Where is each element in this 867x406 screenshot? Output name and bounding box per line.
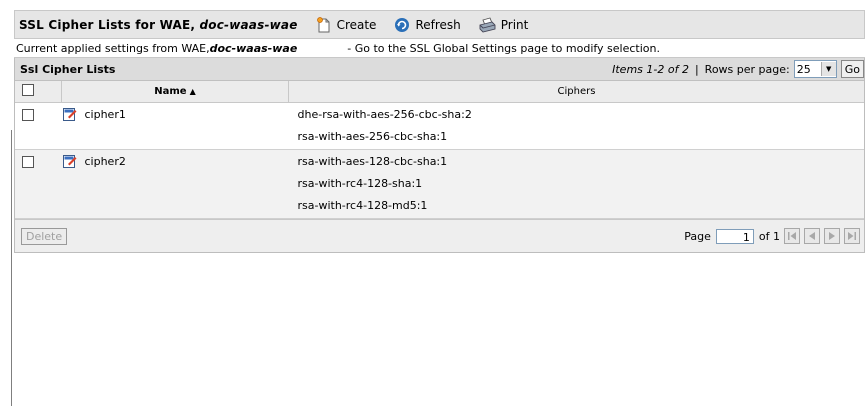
delete-button[interactable]: Delete (21, 227, 68, 245)
toolbar: SSL Cipher Lists for WAE, doc-waas-wae C… (14, 10, 865, 39)
page-total: of 1 (758, 229, 780, 243)
create-label: Create (336, 17, 377, 32)
column-name-label: Name (154, 86, 187, 97)
refresh-icon (395, 17, 410, 32)
last-page-icon[interactable] (844, 228, 860, 244)
create-icon (316, 16, 330, 32)
previous-page-icon[interactable] (804, 228, 820, 244)
cipher-entry: rsa-with-aes-128-cbc-sha:1 (297, 155, 448, 168)
table-footer: Delete Page 1 of 1 (15, 219, 864, 252)
rows-per-page-label: Rows per page: (704, 62, 790, 76)
panel-title: Ssl Cipher Lists (20, 62, 116, 76)
page-number-input[interactable]: 1 (715, 228, 754, 244)
cipher-lists-panel: Ssl Cipher Lists Items 1-2 of 2 | Rows p… (14, 58, 865, 253)
items-count: Items 1-2 of 2 (612, 62, 689, 76)
name-cell: cipher1 (61, 102, 289, 150)
ciphers-cell: rsa-with-aes-128-cbc-sha:1 rsa-with-rc4-… (288, 149, 864, 219)
column-header-ciphers: Ciphers (288, 81, 864, 103)
page-title-device: doc-waas-wae (199, 17, 298, 32)
select-all-checkbox[interactable] (22, 84, 34, 96)
row-checkbox[interactable] (22, 156, 34, 168)
column-header-name[interactable]: Name ▲ (61, 81, 289, 103)
sort-ascending-icon: ▲ (189, 87, 196, 96)
printer-icon (479, 16, 496, 32)
panel-header: Ssl Cipher Lists Items 1-2 of 2 | Rows p… (15, 58, 864, 81)
table-row: cipher1 dhe-rsa-with-aes-256-cbc-sha:2 r… (15, 102, 864, 150)
ciphers-cell: dhe-rsa-with-aes-256-cbc-sha:2 rsa-with-… (288, 102, 864, 150)
row-checkbox[interactable] (22, 109, 34, 121)
rows-per-page-select[interactable]: 25 ▼ (793, 60, 837, 78)
print-label: Print (500, 17, 529, 32)
bottom-pager: Page 1 of 1 (684, 228, 860, 244)
top-pager: Items 1-2 of 2 | Rows per page: 25 ▼ Go (612, 60, 864, 78)
cipher-entry: rsa-with-rc4-128-md5:1 (297, 199, 428, 212)
global-settings-link[interactable]: - Go to the SSL Global Settings page to … (347, 42, 660, 55)
cipher-entry: rsa-with-rc4-128-sha:1 (297, 177, 423, 190)
edit-icon[interactable] (62, 154, 77, 168)
applied-settings-info: Current applied settings from WAE, doc-w… (14, 39, 865, 58)
column-ciphers-label: Ciphers (557, 86, 596, 97)
cipher-entry: dhe-rsa-with-aes-256-cbc-sha:2 (297, 108, 472, 121)
content-area: SSL Cipher Lists for WAE, doc-waas-wae C… (14, 10, 865, 253)
next-page-icon[interactable] (824, 228, 840, 244)
chevron-down-icon: ▼ (820, 62, 836, 76)
pager-separator: | (694, 62, 699, 76)
cipher-table: Name ▲ Ciphers cipher1 dhe-rsa-with-aes-… (15, 81, 864, 219)
cipher-entry: rsa-with-aes-256-cbc-sha:1 (297, 130, 448, 143)
page-left-border (11, 130, 12, 406)
row-checkbox-cell (15, 102, 62, 150)
page-label: Page (684, 229, 711, 243)
info-prefix: Current applied settings from WAE, (16, 41, 210, 55)
cipher-name[interactable]: cipher1 (85, 108, 126, 121)
table-header-row: Name ▲ Ciphers (15, 81, 864, 103)
create-button[interactable]: Create (316, 16, 377, 33)
info-device: doc-waas-wae (209, 41, 298, 55)
refresh-button[interactable]: Refresh (394, 17, 461, 33)
refresh-label: Refresh (415, 17, 461, 32)
table-row: cipher2 rsa-with-aes-128-cbc-sha:1 rsa-w… (15, 149, 864, 219)
cipher-name[interactable]: cipher2 (85, 155, 126, 168)
rows-per-page-value: 25 (796, 62, 811, 76)
page-title-prefix: SSL Cipher Lists for WAE, (19, 17, 200, 32)
first-page-icon[interactable] (784, 228, 800, 244)
name-cell: cipher2 (61, 149, 289, 219)
print-button[interactable]: Print (479, 16, 529, 33)
row-checkbox-cell (15, 149, 62, 219)
go-button[interactable]: Go (840, 60, 864, 78)
page-title: SSL Cipher Lists for WAE, doc-waas-wae (15, 18, 298, 32)
edit-icon[interactable] (62, 107, 77, 121)
select-all-cell (15, 81, 62, 103)
